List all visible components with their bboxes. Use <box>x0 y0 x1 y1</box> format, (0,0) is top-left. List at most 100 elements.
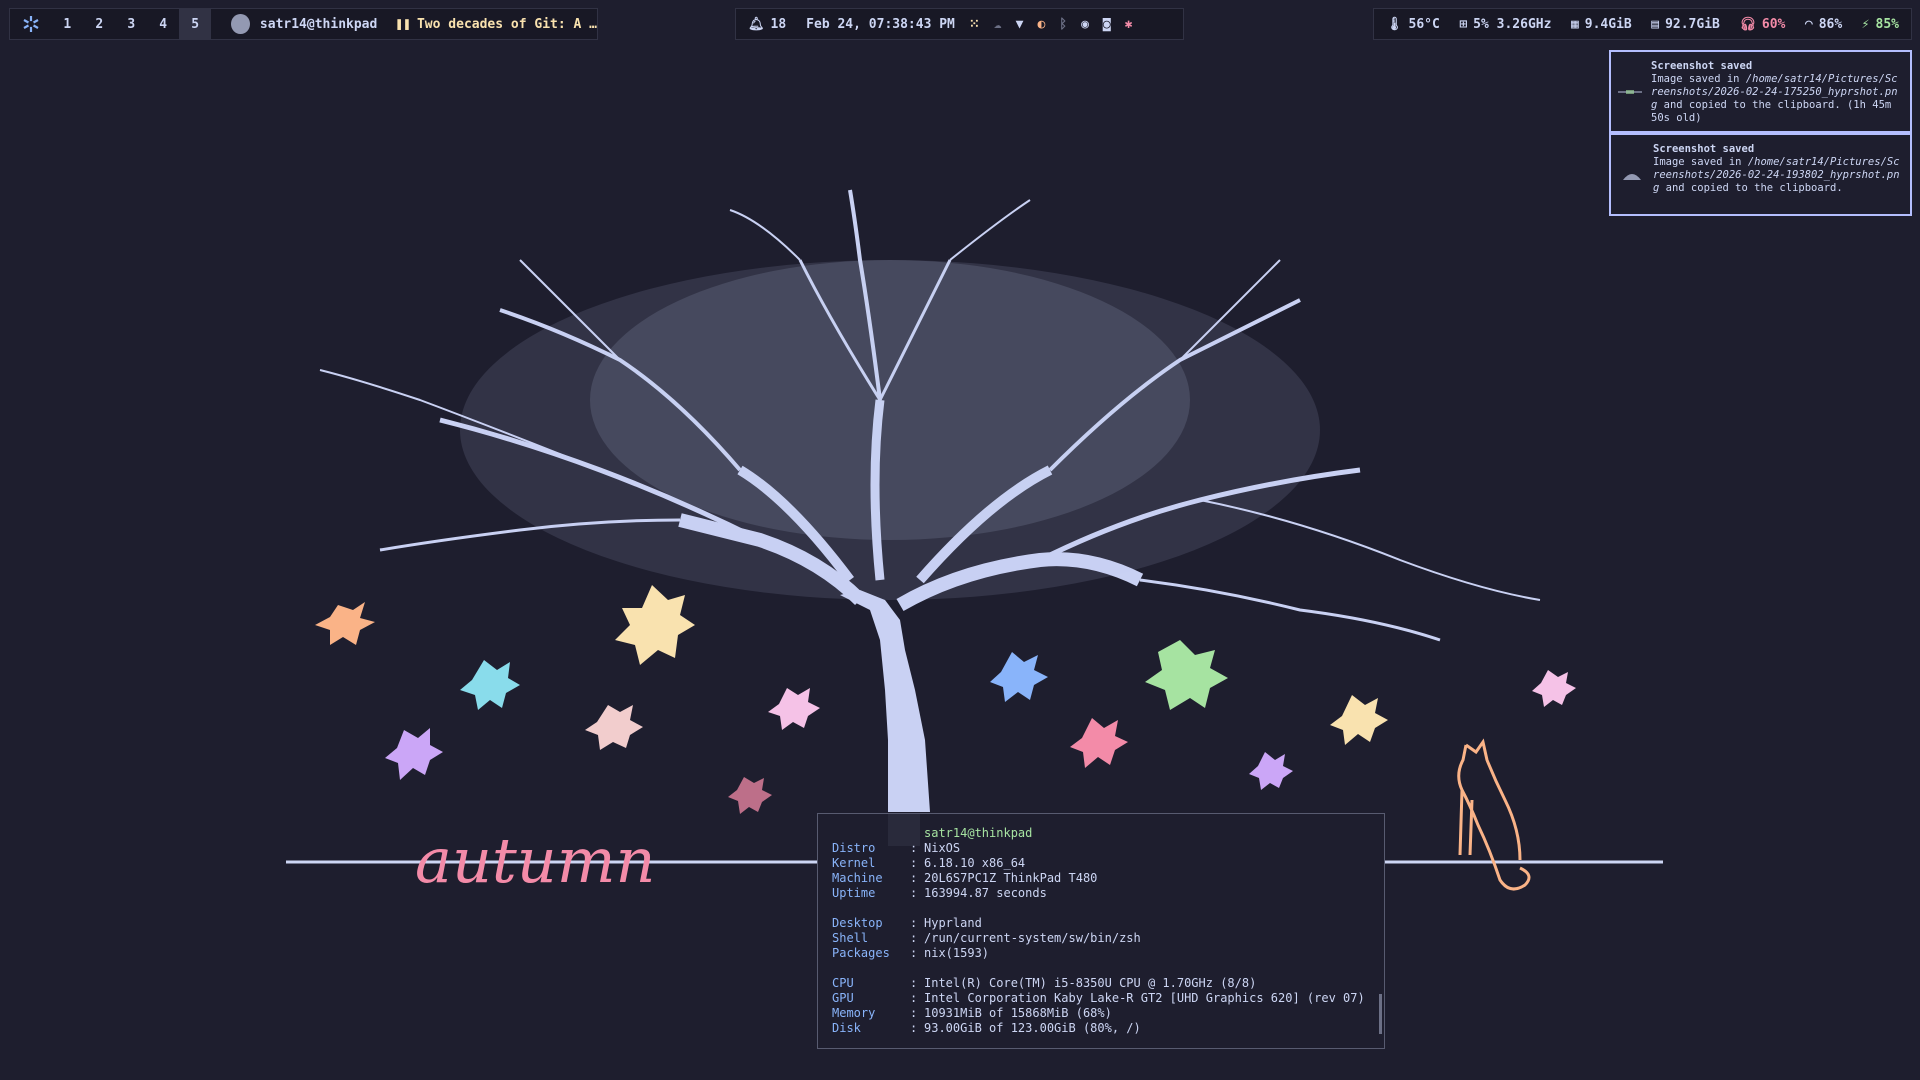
wifi-icon[interactable]: ▼ <box>1016 17 1024 32</box>
bell-icon: 🔔︎ <box>748 16 765 32</box>
fetch-key: Shell <box>832 931 869 945</box>
workspace-3[interactable]: 3 <box>115 8 147 40</box>
cpu-module[interactable]: ⊞ 5% 3.26GHz <box>1459 17 1551 32</box>
fetch-row: Desktop: Hyprland <box>832 916 1370 931</box>
fetch-value: 93.00GiB of 123.00GiB (80%, /) <box>924 1021 1141 1035</box>
fetch-separator: : <box>910 871 918 885</box>
workspace-5[interactable]: 5 <box>179 8 212 40</box>
avatar <box>231 14 250 34</box>
fetch-row: Shell: /run/current-system/sw/bin/zsh <box>832 931 1370 946</box>
cloud-icon[interactable]: ☁ <box>994 17 1002 32</box>
clock[interactable]: Feb 24, 07:38:43 PM <box>806 17 955 32</box>
memory-value: 9.4GiB <box>1584 16 1632 32</box>
notification-summary: Screenshot saved <box>1651 60 1753 72</box>
screenshot-thumbnail <box>1619 143 1645 206</box>
fetch-separator: : <box>910 1006 918 1020</box>
fetch-row: Memory:10931MiB of 15868MiB (68%) <box>832 1006 1370 1021</box>
topbar-right: 🌡︎ 56°C ⊞ 5% 3.26GHz ▦ 9.4GiB ▤ 92.7GiB … <box>1373 8 1912 40</box>
discord-icon[interactable]: ◙ <box>1103 17 1111 32</box>
fetch-separator: : <box>910 886 918 900</box>
leaf <box>728 777 772 814</box>
notification-body: Image saved in /home/satr14/Pictures/Scr… <box>1651 73 1898 124</box>
terminal-window[interactable]: satr14@thinkpad Distro: NixOS Kernel:6.18.… <box>817 813 1385 1049</box>
fetch-separator: : <box>910 856 918 870</box>
notification-body: Image saved in /home/satr14/Pictures/Scr… <box>1653 156 1900 194</box>
fetch-key: Uptime <box>832 886 876 900</box>
nixos-logo-icon[interactable] <box>10 15 51 33</box>
scrollbar[interactable] <box>1379 994 1382 1034</box>
media-player[interactable]: ❚❚ Two decades of Git: A … <box>395 17 597 32</box>
terminal-logo-shade <box>888 814 920 846</box>
workspace-4[interactable]: 4 <box>147 8 179 40</box>
wifi-value: 86% <box>1818 16 1843 32</box>
fetch-row: CPU: Intel(R) Core(TM) i5-8350U CPU @ 1.7… <box>832 976 1370 991</box>
fetch-key: GPU <box>832 991 854 1005</box>
memory-icon: ▦ <box>1570 16 1579 32</box>
memory-module[interactable]: ▦ 9.4GiB <box>1571 17 1632 32</box>
temperature-value: 56°C <box>1408 16 1440 32</box>
notification-content: Screenshot saved Image saved in /home/sa… <box>1651 60 1902 124</box>
fetch-value: Hyprland <box>924 916 982 930</box>
leaf <box>460 660 520 710</box>
battery-value: 85% <box>1875 16 1899 32</box>
battery-module[interactable]: ⚡ 85% <box>1862 17 1899 32</box>
fetch-separator: : <box>910 931 918 945</box>
fetch-row: Disk:93.00GiB of 123.00GiB (80%, /) <box>832 1021 1370 1036</box>
wifi-module[interactable]: ◠ 86% <box>1805 17 1842 32</box>
disk-value: 92.7GiB <box>1665 16 1720 32</box>
fetch-host: satr14@thinkpad <box>924 826 1033 840</box>
wallpaper-caption: autumn <box>415 824 655 897</box>
fetch-key: Memory <box>832 1006 876 1020</box>
fetch-spacer <box>832 901 1370 916</box>
slack-icon[interactable]: ✱ <box>1125 17 1133 32</box>
pause-icon[interactable]: ❚❚ <box>395 17 411 32</box>
media-title: Two decades of Git: A … <box>416 16 597 32</box>
leaf <box>1070 718 1128 768</box>
fetch-value: 163994.87 seconds <box>924 886 1047 900</box>
notification-card[interactable]: Screenshot saved Image saved in /home/sa… <box>1609 133 1912 216</box>
bluetooth-icon[interactable]: ᛒ <box>1059 17 1067 32</box>
firefox-icon[interactable]: ◐ <box>1037 17 1045 32</box>
leaf <box>1532 670 1576 707</box>
fetch-spacer <box>832 961 1370 976</box>
fetch-info: Distro: NixOS Kernel:6.18.10 x86_64 Machine… <box>832 841 1370 1036</box>
fetch-key: Desktop <box>832 916 883 930</box>
wifi-icon: ◠ <box>1804 16 1813 32</box>
fetch-value: 10931MiB of 15868MiB (68%) <box>924 1006 1112 1020</box>
topbar-center: 🔔︎ 18 Feb 24, 07:38:43 PM ⁙ ☁ ▼ ◐ ᛒ ◉ ◙ … <box>735 8 1184 40</box>
cat-outline <box>1457 738 1531 891</box>
fetch-row: GPU: Intel Corporation Kaby Lake-R GT2 [U… <box>832 991 1370 1006</box>
notification-content: Screenshot saved Image saved in /home/sa… <box>1653 143 1902 206</box>
leaf <box>768 688 820 730</box>
fetch-value: nix(1593) <box>924 946 990 960</box>
disk-module[interactable]: ▤ 92.7GiB <box>1651 17 1720 32</box>
fetch-value: Intel(R) Core(TM) i5-8350U CPU @ 1.70GHz… <box>924 976 1257 990</box>
fetch-key: Machine <box>832 871 883 885</box>
fetch-key: Packages <box>832 946 890 960</box>
cpu-icon: ⊞ <box>1459 16 1468 32</box>
leaf <box>315 602 375 645</box>
leaf <box>385 728 443 780</box>
fetch-value: 20L6S7PC1Z ThinkPad T480 <box>924 871 1098 885</box>
workspace-2[interactable]: 2 <box>83 8 115 40</box>
notification-card[interactable]: Screenshot saved Image saved in /home/sa… <box>1609 50 1912 133</box>
notification-count: 18 <box>770 16 787 32</box>
fetch-value: 6.18.10 x86_64 <box>924 856 1026 870</box>
leaf <box>615 585 695 665</box>
headphones-value: 60% <box>1761 16 1786 32</box>
temperature-module[interactable]: 🌡︎ 56°C <box>1386 17 1440 32</box>
disk-icon: ▤ <box>1651 16 1660 32</box>
thermometer-icon: 🌡︎ <box>1386 16 1403 32</box>
fetch-value: NixOS <box>924 841 961 855</box>
grid-icon[interactable]: ⁙ <box>969 17 980 32</box>
headphones-module[interactable]: 🎧︎ 60% <box>1739 17 1785 32</box>
leaf <box>990 652 1048 702</box>
fetch-separator: : <box>910 916 918 930</box>
leaf <box>1145 640 1228 710</box>
topbar-left: 1 2 3 4 5 satr14@thinkpad ❚❚ Two decades… <box>9 8 598 40</box>
fetch-row: Packages: nix(1593) <box>832 946 1370 961</box>
steam-icon[interactable]: ◉ <box>1081 17 1089 32</box>
workspace-1[interactable]: 1 <box>51 8 83 40</box>
notification-summary: Screenshot saved <box>1653 143 1755 155</box>
notification-counter[interactable]: 🔔︎ 18 <box>748 17 786 32</box>
